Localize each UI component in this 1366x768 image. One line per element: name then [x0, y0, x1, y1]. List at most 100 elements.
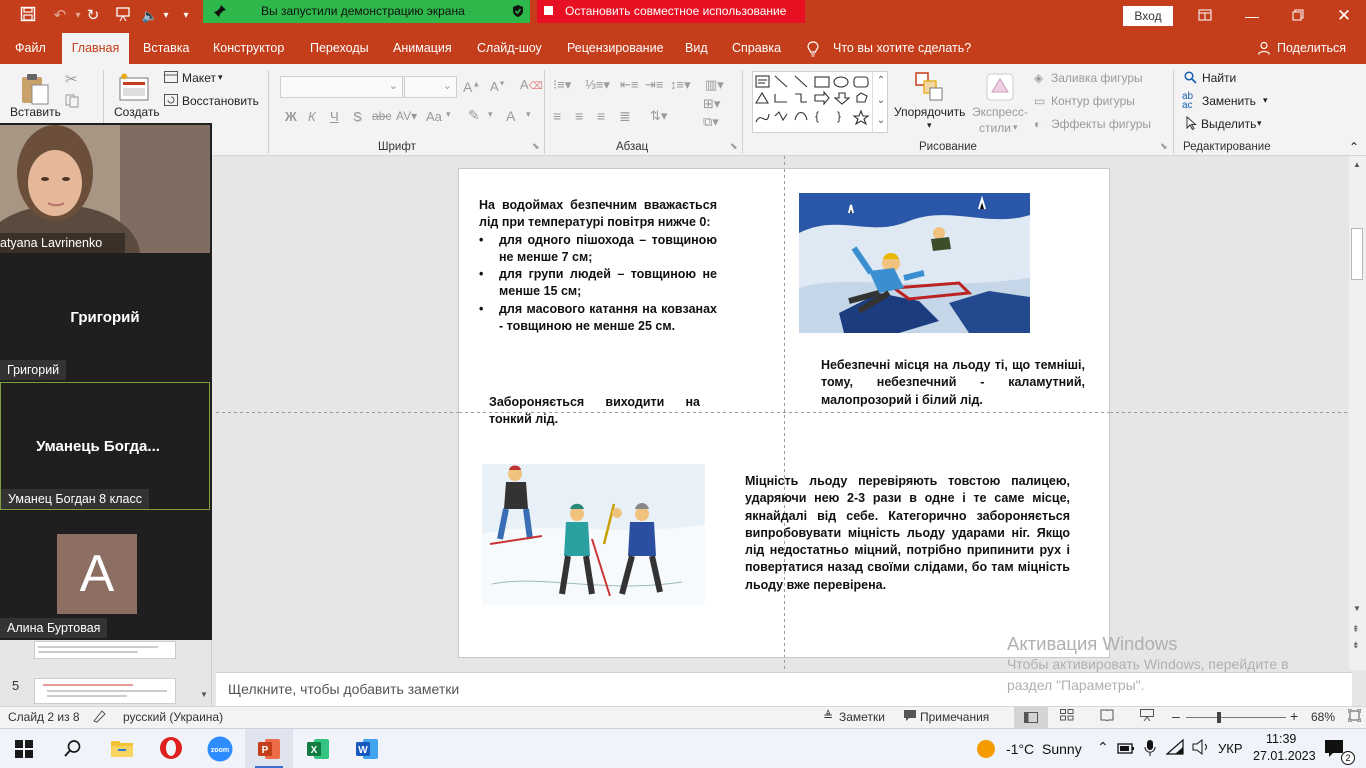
ice-strength-test-text[interactable]: Міцність льоду перевіряють товстою палиц… [745, 473, 1070, 594]
slideshow-view-icon[interactable] [1140, 709, 1154, 724]
quick-styles-dropdown-icon[interactable]: ▾ [1013, 122, 1018, 133]
shapes-scroll[interactable]: ⌃ ⌄ ⌄ [872, 71, 889, 133]
start-windows-icon[interactable] [15, 740, 33, 761]
font-dialog-launcher-icon[interactable]: ⬊ [532, 141, 540, 152]
participant-tile[interactable]: A Алина Буртовая [0, 512, 210, 638]
arrange-icon[interactable] [915, 72, 943, 105]
minimize-icon[interactable]: — [1242, 6, 1262, 26]
powerpoint-taskbar-button[interactable]: P [245, 729, 293, 768]
clock-time[interactable]: 11:39 [1266, 732, 1296, 746]
redo-icon[interactable]: ↻ [83, 6, 103, 26]
select-button[interactable]: Выделить [1201, 117, 1256, 131]
bullets-icon[interactable]: ⁝≡▾ [553, 77, 571, 93]
share-person-icon[interactable] [1257, 41, 1271, 58]
sign-in-button[interactable]: Вход [1123, 6, 1173, 26]
tab-home[interactable]: Главная [62, 33, 129, 64]
align-right-icon[interactable]: ≡ [597, 108, 605, 124]
quick-styles-icon[interactable] [985, 72, 1015, 105]
battery-icon[interactable] [1117, 740, 1135, 759]
shapes-gallery[interactable]: {} [752, 71, 888, 133]
align-center-icon[interactable]: ≡ [575, 108, 583, 124]
thin-ice-warning-text[interactable]: Забороняється виходити на тонкий лід. [489, 394, 700, 429]
font-color-dropdown-icon[interactable]: ▾ [526, 109, 531, 120]
notes-pane[interactable]: Щелкните, чтобы добавить заметки [216, 672, 1352, 706]
font-size-select[interactable]: ⌄ [404, 76, 457, 98]
new-slide-icon[interactable]: ✸ [118, 72, 150, 105]
slide-5-thumbnail[interactable] [34, 678, 176, 704]
tell-me-search[interactable]: Что вы хотите сделать? [833, 41, 971, 55]
zoom-level[interactable]: 68% [1311, 710, 1335, 724]
clear-format-icon[interactable]: A⌫ [520, 77, 543, 92]
previous-slide-icon[interactable]: ⇞ [1352, 624, 1360, 635]
paragraph-dialog-launcher-icon[interactable]: ⬊ [730, 141, 738, 152]
reading-view-icon[interactable] [1100, 709, 1114, 724]
stop-sharing-button[interactable]: Остановить совместное использование [537, 0, 805, 23]
zoom-out-icon[interactable]: – [1172, 708, 1180, 724]
shadow-icon[interactable]: S [353, 109, 362, 124]
new-slide-label[interactable]: Создать [114, 105, 160, 119]
layout-button[interactable]: Макет [182, 71, 216, 85]
shape-outline-button[interactable]: Контур фигуры [1051, 94, 1135, 108]
tab-design[interactable]: Конструктор [213, 41, 284, 55]
ribbon-display-icon[interactable] [1195, 6, 1215, 26]
tab-slideshow[interactable]: Слайд-шоу [477, 41, 542, 55]
zoom-app-icon[interactable]: zoom [207, 736, 233, 765]
slide-scrollbar[interactable]: ▲ ▼ ⇞ ⇟ [1349, 156, 1366, 670]
audio-dropdown-icon[interactable]: ▾ [156, 6, 176, 26]
ice-test-illustration[interactable] [482, 464, 705, 605]
tab-file[interactable]: Файл [15, 41, 46, 55]
zoom-in-icon[interactable]: + [1290, 708, 1298, 724]
close-icon[interactable]: ✕ [1334, 6, 1354, 26]
dangerous-ice-text[interactable]: Небезпечні місця на льоду ті, що темніші… [821, 357, 1085, 409]
weather-sun-icon[interactable] [976, 739, 996, 762]
quick-styles-label-2[interactable]: стили [979, 121, 1011, 135]
italic-icon[interactable]: К [308, 109, 316, 124]
slide-sorter-icon[interactable] [1060, 709, 1074, 724]
excel-icon[interactable]: X [306, 737, 330, 764]
highlight-icon[interactable]: ✎ [468, 107, 480, 124]
clock-date[interactable]: 27.01.2023 [1253, 749, 1316, 763]
restore-icon[interactable] [1288, 6, 1308, 26]
save-icon[interactable] [18, 6, 38, 26]
language-indicator[interactable]: русский (Украина) [123, 710, 223, 724]
change-case-icon[interactable]: Aa [426, 109, 442, 124]
undo-icon[interactable]: ↶ [50, 6, 70, 26]
volume-icon[interactable] [1192, 738, 1210, 758]
pin-icon[interactable] [213, 4, 227, 21]
bold-icon[interactable]: Ж [285, 109, 297, 124]
select-dropdown-icon[interactable]: ▾ [1257, 118, 1262, 129]
zoom-slider-thumb[interactable] [1217, 712, 1221, 723]
slide-counter[interactable]: Слайд 2 из 8 [8, 710, 80, 724]
shrink-font-icon[interactable]: A▼ [490, 79, 506, 94]
customize-qat-icon[interactable]: ▾ [176, 6, 196, 26]
slideshow-start-icon[interactable] [113, 6, 133, 26]
decrease-indent-icon[interactable]: ⇤≡ [620, 77, 638, 93]
wifi-icon[interactable] [1165, 738, 1184, 758]
slide-canvas[interactable]: На водоймах безпечним вважається лід при… [458, 168, 1110, 658]
highlight-dropdown-icon[interactable]: ▾ [488, 109, 493, 120]
font-family-select[interactable]: ⌄ [280, 76, 403, 98]
collapse-ribbon-icon[interactable]: ⌃ [1349, 140, 1359, 154]
next-slide-icon[interactable]: ⇟ [1352, 640, 1360, 651]
word-icon[interactable]: W [355, 737, 379, 764]
font-color-icon[interactable]: A [506, 108, 515, 124]
participant-tile[interactable]: Григорий Григорий [0, 254, 210, 380]
text-direction-icon[interactable]: ⇅▾ [650, 108, 667, 124]
tab-review[interactable]: Рецензирование [567, 41, 664, 55]
slide-4-thumbnail[interactable] [34, 641, 176, 659]
share-button[interactable]: Поделиться [1277, 41, 1346, 55]
change-case-dropdown-icon[interactable]: ▾ [446, 109, 451, 120]
drawing-dialog-launcher-icon[interactable]: ⬊ [1160, 141, 1168, 152]
shape-effects-button[interactable]: Эффекты фигуры [1051, 117, 1151, 131]
replace-button[interactable]: Заменить [1202, 94, 1256, 108]
chevron-up-icon[interactable]: ⌃ [1097, 739, 1109, 756]
tab-animations[interactable]: Анимация [393, 41, 452, 55]
tab-help[interactable]: Справка [732, 41, 781, 55]
participant-tile-active[interactable]: Уманець Богда... Уманец Богдан 8 класс [0, 382, 210, 510]
file-explorer-icon[interactable] [110, 737, 134, 762]
align-text-icon[interactable]: ⊞▾ [703, 96, 720, 112]
participant-video[interactable]: atyana Lavrinenko [0, 125, 210, 253]
normal-view-button[interactable] [1014, 707, 1048, 728]
layout-dropdown-icon[interactable]: ▾ [218, 72, 223, 83]
arrange-label[interactable]: Упорядочить [894, 105, 965, 119]
